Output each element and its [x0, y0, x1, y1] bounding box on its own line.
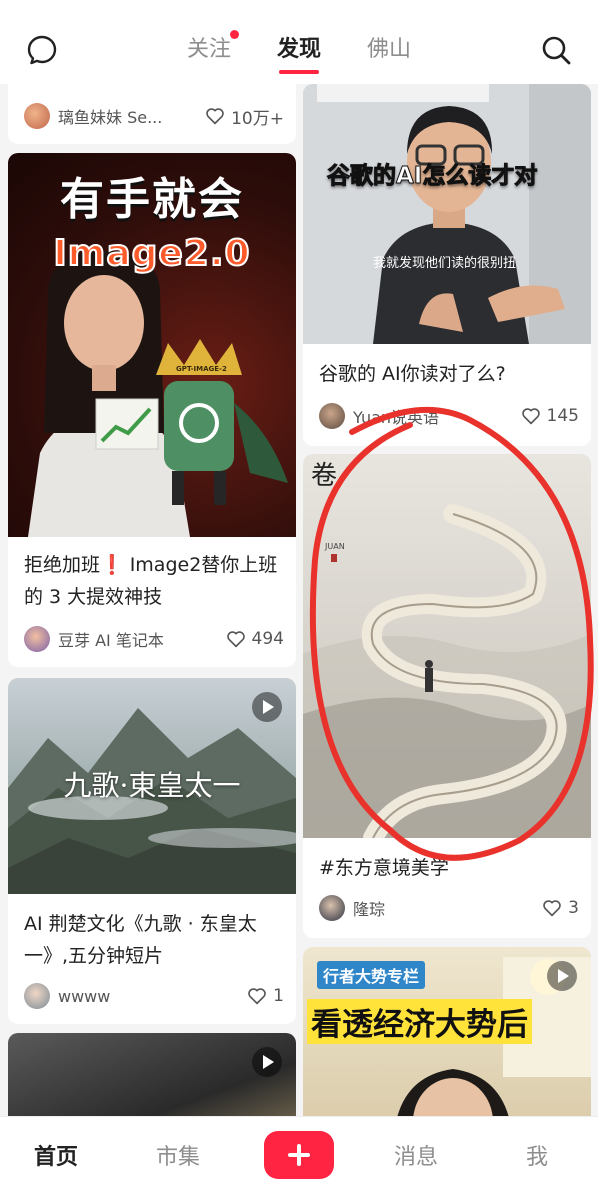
like-button[interactable]: 494	[226, 629, 284, 649]
cover-badge: GPT-IMAGE-2	[176, 365, 227, 373]
note-card[interactable]: 璃鱼妹妹 Se... 10万+	[8, 84, 296, 144]
notification-dot	[229, 30, 239, 39]
avatar[interactable]	[24, 983, 50, 1009]
card-meta: 璃鱼妹妹 Se... 10万+	[24, 102, 284, 130]
heart-icon	[543, 900, 561, 917]
like-button[interactable]: 3	[542, 898, 579, 918]
top-bar: 关注 发现 佛山	[0, 0, 598, 84]
cover-tag: 行者大势专栏	[317, 961, 426, 989]
video-play-icon	[252, 1047, 282, 1077]
cover-headline-2: Image2.0	[52, 232, 251, 275]
cover-headline: 谷歌的AI怎么读才对	[326, 163, 538, 190]
cover-headline: 看透经济大势后	[307, 999, 532, 1044]
heart-icon	[206, 108, 224, 125]
cover-headline: 九歌·東皇太一	[63, 769, 241, 802]
author-name[interactable]: 璃鱼妹妹 Se...	[58, 104, 205, 128]
feed-tabs: 关注 发现 佛山	[0, 30, 598, 74]
cover-illustration: 卷	[303, 461, 591, 838]
feed: 璃鱼妹妹 Se... 10万+ 谷歌的AI怎么读才对 我就发现他们读的很别扭 谷…	[0, 84, 598, 1116]
note-card[interactable]: 行者大势专栏 看透经济大势后	[303, 947, 591, 1116]
author-name[interactable]: wwww	[58, 987, 247, 1006]
card-meta: Yuan说英语 145	[319, 402, 579, 430]
like-count: 1	[273, 986, 284, 1006]
card-meta: wwww 1	[24, 982, 284, 1010]
like-count: 3	[568, 898, 579, 918]
nav-me[interactable]: 我	[526, 1139, 548, 1171]
like-count: 10万+	[231, 108, 284, 129]
cover-image: 九歌·東皇太一	[8, 678, 296, 894]
cover-image: 行者大势专栏 看透经济大势后	[303, 947, 591, 1116]
cover-image: 有手就会 Image2.0 GPT-IMAGE-2	[8, 153, 296, 537]
note-title: #东方意境美学	[319, 857, 449, 879]
heart-icon	[248, 988, 266, 1005]
nav-market[interactable]: 市集	[156, 1139, 200, 1171]
video-play-icon	[252, 692, 282, 722]
search-icon[interactable]	[540, 34, 572, 66]
note-title: AI 荆楚文化《九歌 · 东皇太一》,五分钟短片	[24, 913, 257, 967]
tab-label: 发现	[276, 37, 321, 62]
like-button[interactable]: 145	[521, 406, 579, 426]
card-meta: 豆芽 AI 笔记本 494	[24, 625, 284, 653]
note-title: 谷歌的 AI你读对了么?	[319, 363, 506, 385]
nav-home[interactable]: 首页	[34, 1139, 78, 1171]
cover-image	[8, 1033, 296, 1116]
video-play-icon	[547, 961, 577, 991]
note-card[interactable]: 九歌·東皇太一 AI 荆楚文化《九歌 · 东皇太一》,五分钟短片 wwww 1	[8, 678, 296, 1024]
note-card[interactable]	[8, 1033, 296, 1116]
cover-headline: 有手就会	[60, 174, 244, 225]
cover-illustration	[303, 84, 591, 344]
cover-caption: JUAN	[325, 542, 345, 551]
note-card[interactable]: 有手就会 Image2.0 GPT-IMAGE-2 拒绝加班❗ Image2替你…	[8, 153, 296, 667]
cover-image: 卷 JUAN	[303, 454, 591, 838]
like-button[interactable]: 10万+	[205, 104, 284, 129]
author-name[interactable]: 豆芽 AI 笔记本	[58, 627, 226, 651]
note-title: 拒绝加班❗ Image2替你上班的 3 大提效神技	[24, 554, 278, 608]
like-count: 494	[251, 629, 284, 649]
cover-image: 谷歌的AI怎么读才对 我就发现他们读的很别扭	[303, 84, 591, 344]
cover-subtitle: 我就发现他们读的很别扭	[373, 256, 517, 271]
tab-label: 佛山	[367, 37, 412, 62]
heart-icon	[521, 408, 540, 425]
avatar[interactable]	[319, 403, 345, 429]
avatar[interactable]	[24, 103, 50, 129]
note-card[interactable]: 卷 JUAN #东方意境美学 隆琮 3	[303, 454, 591, 938]
author-name[interactable]: 隆琮	[353, 896, 542, 920]
tab-label: 关注	[186, 37, 231, 62]
nav-messages[interactable]: 消息	[394, 1139, 438, 1171]
tab-local[interactable]: 佛山	[367, 34, 411, 70]
tab-following[interactable]: 关注	[186, 30, 239, 70]
like-button[interactable]: 1	[247, 986, 284, 1006]
note-card[interactable]: 谷歌的AI怎么读才对 我就发现他们读的很别扭 谷歌的 AI你读对了么? Yuan…	[303, 84, 591, 446]
create-post-button[interactable]	[264, 1131, 334, 1179]
like-count: 145	[546, 406, 579, 426]
bottom-nav: 首页 市集 消息 我	[0, 1116, 598, 1200]
heart-icon	[226, 631, 245, 648]
tab-discover[interactable]: 发现	[276, 34, 321, 74]
author-name[interactable]: Yuan说英语	[353, 404, 521, 428]
avatar[interactable]	[24, 626, 50, 652]
card-meta: 隆琮 3	[319, 894, 579, 922]
avatar[interactable]	[319, 895, 345, 921]
svg-text:卷: 卷	[311, 461, 337, 491]
